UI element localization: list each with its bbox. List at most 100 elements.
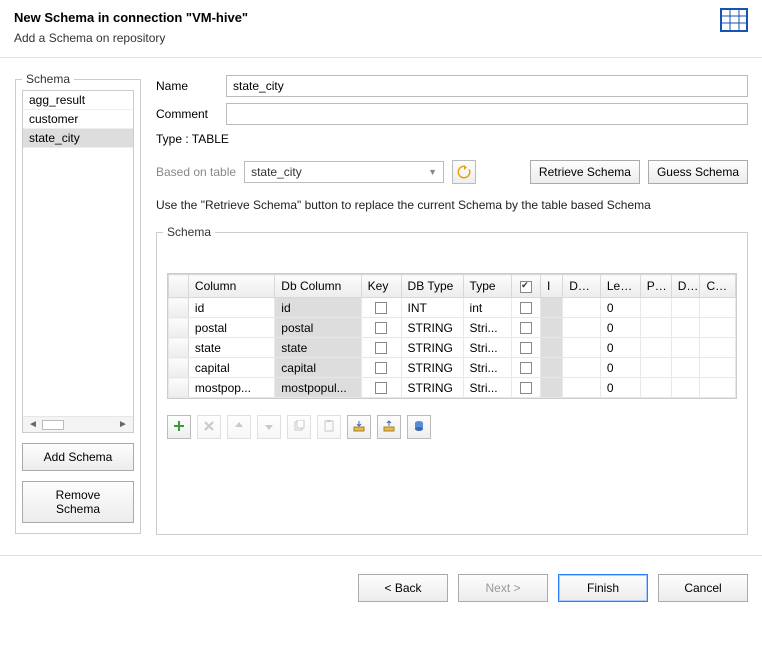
list-scrollbar[interactable]: ◄ ►	[23, 416, 133, 432]
table-cell[interactable]	[361, 358, 401, 378]
table-cell[interactable]: postal	[188, 318, 274, 338]
table-cell[interactable]: 0	[600, 298, 640, 318]
table-cell[interactable]	[361, 378, 401, 398]
column-header[interactable]: DB Type	[401, 275, 463, 298]
column-header[interactable]: D...	[671, 275, 700, 298]
guess-schema-button[interactable]: Guess Schema	[648, 160, 748, 184]
table-row[interactable]: mostpop...mostpopul... STRINGStri... 0	[169, 378, 736, 398]
table-cell[interactable]: Stri...	[463, 318, 512, 338]
scroll-left-icon[interactable]: ◄	[27, 419, 39, 431]
table-cell[interactable]	[671, 378, 700, 398]
column-header[interactable]: Len...	[600, 275, 640, 298]
nullable-checkbox[interactable]	[520, 322, 532, 334]
table-cell[interactable]	[563, 358, 601, 378]
export-button[interactable]	[377, 415, 401, 439]
table-cell[interactable]	[640, 298, 671, 318]
table-cell[interactable]	[700, 378, 736, 398]
table-cell[interactable]	[700, 358, 736, 378]
table-cell[interactable]	[640, 378, 671, 398]
column-header[interactable]: Key	[361, 275, 401, 298]
column-header[interactable]: Column	[188, 275, 274, 298]
table-cell[interactable]: mostpop...	[188, 378, 274, 398]
table-cell[interactable]: id	[188, 298, 274, 318]
table-cell[interactable]: state	[275, 338, 361, 358]
table-cell[interactable]: 0	[600, 358, 640, 378]
table-cell[interactable]	[563, 318, 601, 338]
table-cell[interactable]	[700, 338, 736, 358]
table-row[interactable]: statestateSTRINGStri...0	[169, 338, 736, 358]
nullable-checkbox[interactable]	[520, 302, 532, 314]
column-header[interactable]: Db Column	[275, 275, 361, 298]
table-cell[interactable]	[169, 358, 189, 378]
comment-input[interactable]	[226, 103, 748, 125]
table-cell[interactable]: STRING	[401, 338, 463, 358]
table-cell[interactable]: STRING	[401, 358, 463, 378]
table-cell[interactable]	[169, 338, 189, 358]
table-cell[interactable]	[361, 338, 401, 358]
name-input[interactable]	[226, 75, 748, 97]
nullable-checkbox[interactable]	[520, 362, 532, 374]
key-checkbox[interactable]	[375, 382, 387, 394]
table-row[interactable]: postalpostal STRINGStri... 0	[169, 318, 736, 338]
table-cell[interactable]: int	[463, 298, 512, 318]
column-header[interactable]: Pr...	[640, 275, 671, 298]
table-cell[interactable]: Stri...	[463, 358, 512, 378]
table-cell[interactable]	[700, 298, 736, 318]
table-cell[interactable]: Stri...	[463, 378, 512, 398]
table-cell[interactable]	[361, 298, 401, 318]
column-header[interactable]	[512, 275, 541, 298]
table-cell[interactable]	[541, 358, 563, 378]
table-cell[interactable]: postal	[275, 318, 361, 338]
table-cell[interactable]	[563, 298, 601, 318]
table-cell[interactable]	[671, 358, 700, 378]
nullable-checkbox[interactable]	[520, 382, 532, 394]
column-header[interactable]: Da...	[563, 275, 601, 298]
table-cell[interactable]	[671, 298, 700, 318]
nullable-checkbox[interactable]	[520, 342, 532, 354]
table-cell[interactable]: STRING	[401, 318, 463, 338]
schema-table[interactable]: ColumnDb ColumnKeyDB TypeTypeIDa...Len..…	[167, 273, 737, 399]
table-cell[interactable]	[169, 378, 189, 398]
table-cell[interactable]	[541, 378, 563, 398]
table-cell[interactable]: 0	[600, 378, 640, 398]
table-cell[interactable]	[563, 338, 601, 358]
table-cell[interactable]	[541, 318, 563, 338]
table-cell[interactable]	[169, 298, 189, 318]
table-cell[interactable]	[512, 338, 541, 358]
import-button[interactable]	[347, 415, 371, 439]
table-cell[interactable]: capital	[275, 358, 361, 378]
table-cell[interactable]: STRING	[401, 378, 463, 398]
column-header[interactable]: Type	[463, 275, 512, 298]
table-cell[interactable]	[361, 318, 401, 338]
add-schema-button[interactable]: Add Schema	[22, 443, 134, 471]
key-checkbox[interactable]	[375, 362, 387, 374]
column-header[interactable]: Co...	[700, 275, 736, 298]
add-button[interactable]	[167, 415, 191, 439]
table-cell[interactable]	[640, 358, 671, 378]
table-cell[interactable]: mostpopul...	[275, 378, 361, 398]
table-cell[interactable]	[541, 338, 563, 358]
retrieve-schema-button[interactable]: Retrieve Schema	[530, 160, 640, 184]
table-cell[interactable]	[700, 318, 736, 338]
back-button[interactable]: < Back	[358, 574, 448, 602]
table-cell[interactable]	[169, 318, 189, 338]
table-cell[interactable]	[512, 318, 541, 338]
scroll-right-icon[interactable]: ►	[117, 419, 129, 431]
key-checkbox[interactable]	[375, 302, 387, 314]
finish-button[interactable]: Finish	[558, 574, 648, 602]
table-cell[interactable]: 0	[600, 318, 640, 338]
table-cell[interactable]	[512, 358, 541, 378]
key-checkbox[interactable]	[375, 322, 387, 334]
table-row[interactable]: idid INTint 0	[169, 298, 736, 318]
table-cell[interactable]	[640, 318, 671, 338]
table-cell[interactable]	[640, 338, 671, 358]
schema-list-item[interactable]: state_city	[23, 129, 133, 148]
drop-button[interactable]	[407, 415, 431, 439]
table-cell[interactable]: id	[275, 298, 361, 318]
table-cell[interactable]: capital	[188, 358, 274, 378]
schema-list[interactable]: agg_resultcustomerstate_city ◄ ►	[22, 90, 134, 433]
refresh-button[interactable]	[452, 160, 476, 184]
table-cell[interactable]: INT	[401, 298, 463, 318]
table-cell[interactable]	[563, 378, 601, 398]
table-cell[interactable]: state	[188, 338, 274, 358]
